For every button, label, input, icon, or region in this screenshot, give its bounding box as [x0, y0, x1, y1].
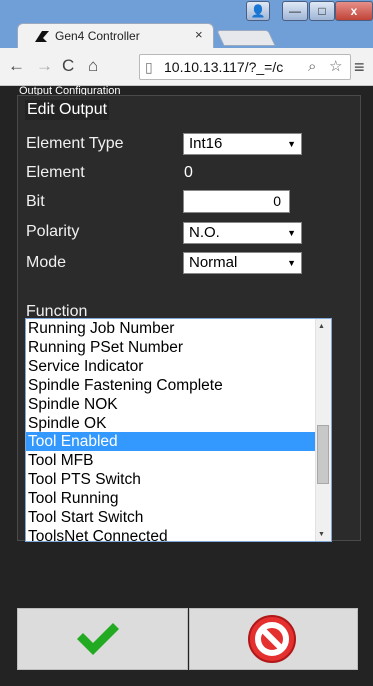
- minimize-button[interactable]: —: [282, 1, 308, 21]
- scroll-up-icon[interactable]: ▲: [318, 322, 325, 332]
- tab-title: Gen4 Controller: [55, 29, 140, 43]
- zoom-icon[interactable]: ⌕: [308, 57, 316, 77]
- chevron-down-icon: ▼: [287, 139, 296, 149]
- url-text[interactable]: 10.10.13.117/?_=/c: [164, 58, 306, 76]
- bit-label: Bit: [26, 193, 45, 210]
- scroll-thumb[interactable]: [317, 425, 329, 484]
- function-listbox[interactable]: Running Job Number Running PSet Number S…: [25, 318, 332, 542]
- checkmark-icon: [77, 623, 119, 655]
- cancel-icon: [248, 615, 296, 663]
- element-type-label: Element Type: [26, 135, 124, 152]
- list-item[interactable]: Spindle OK: [26, 414, 316, 433]
- home-icon[interactable]: ⌂: [88, 53, 98, 79]
- element-type-value: Int16: [189, 135, 223, 152]
- list-item[interactable]: Running Job Number: [26, 319, 316, 338]
- star-icon[interactable]: ☆: [329, 57, 342, 77]
- page-icon: ▯: [145, 59, 153, 75]
- mode-label: Mode: [26, 254, 67, 271]
- tab-close-icon[interactable]: ×: [195, 27, 203, 43]
- chevron-down-icon: ▼: [287, 228, 296, 238]
- list-item[interactable]: Spindle Fastening Complete: [26, 376, 316, 395]
- scroll-down-icon[interactable]: ▼: [318, 530, 325, 540]
- reload-icon[interactable]: C: [62, 53, 74, 79]
- list-item[interactable]: Spindle NOK: [26, 395, 316, 414]
- list-item[interactable]: Tool Running: [26, 489, 316, 508]
- element-label: Element: [26, 164, 85, 181]
- list-item[interactable]: Service Indicator: [26, 357, 316, 376]
- chevron-down-icon: ▼: [287, 258, 296, 268]
- mode-select[interactable]: Normal ▼: [183, 252, 302, 274]
- close-window-button[interactable]: x: [335, 1, 373, 21]
- mode-value: Normal: [189, 254, 238, 271]
- list-item[interactable]: Tool Start Switch: [26, 508, 316, 527]
- maximize-button[interactable]: □: [309, 1, 335, 21]
- list-item-selected[interactable]: Tool Enabled: [26, 432, 316, 451]
- new-tab-button[interactable]: [216, 30, 276, 46]
- polarity-label: Polarity: [26, 223, 80, 240]
- list-item[interactable]: ToolsNet Connected: [26, 527, 316, 541]
- polarity-select[interactable]: N.O. ▼: [183, 222, 302, 244]
- user-icon[interactable]: 👤: [246, 1, 270, 21]
- polarity-value: N.O.: [189, 224, 220, 241]
- back-icon[interactable]: ←: [8, 53, 25, 79]
- section-title: Edit Output: [25, 100, 110, 120]
- forward-icon[interactable]: →: [36, 53, 53, 79]
- list-item[interactable]: Running PSet Number: [26, 338, 316, 357]
- list-item[interactable]: Tool MFB: [26, 451, 316, 470]
- element-value: 0: [184, 164, 193, 181]
- list-item[interactable]: Tool PTS Switch: [26, 470, 316, 489]
- bit-input[interactable]: 0: [183, 190, 290, 213]
- menu-icon[interactable]: ≡: [354, 55, 365, 79]
- app-logo-icon: [35, 31, 49, 42]
- element-type-select[interactable]: Int16 ▼: [183, 133, 302, 155]
